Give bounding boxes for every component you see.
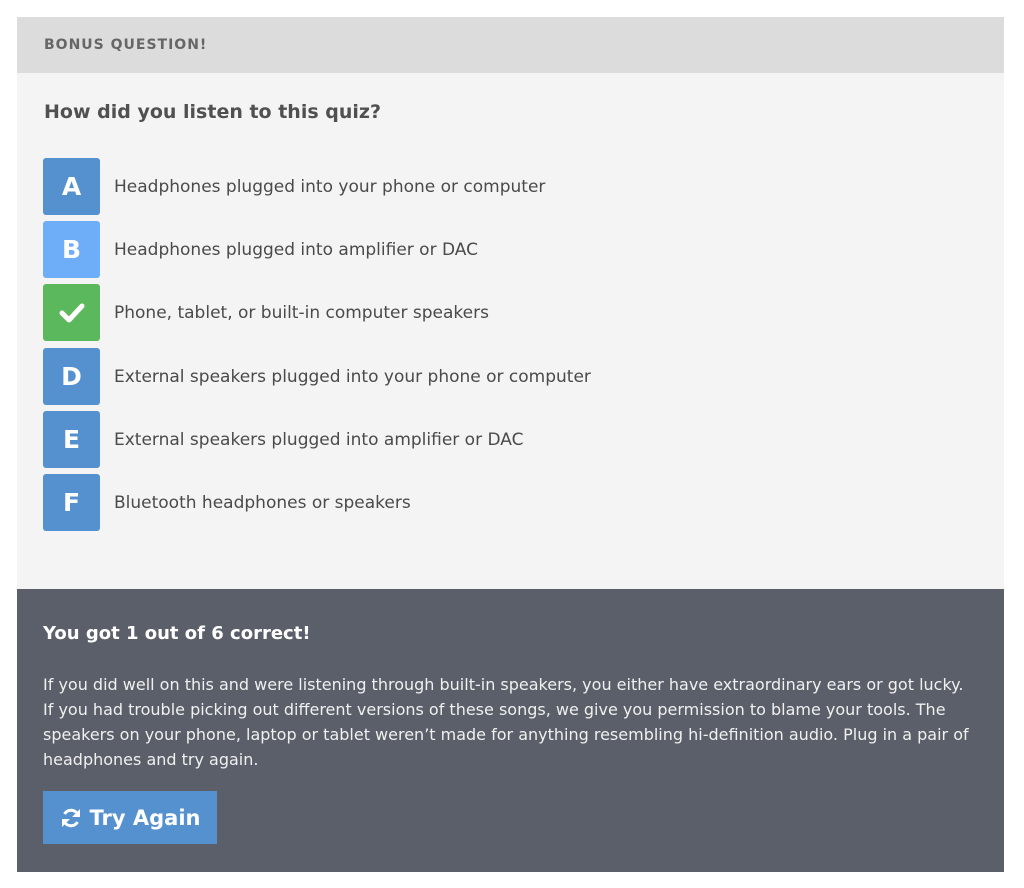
bonus-header: BONUS QUESTION! [17, 17, 1004, 73]
option-f[interactable]: F Bluetooth headphones or speakers [43, 474, 411, 531]
question-title: How did you listen to this quiz? [44, 101, 381, 123]
option-c[interactable]: Phone, tablet, or built-in computer spea… [43, 284, 489, 341]
try-again-label: Try Again [89, 805, 201, 830]
option-a[interactable]: A Headphones plugged into your phone or … [43, 158, 545, 215]
refresh-icon [61, 808, 80, 827]
option-letter: A [43, 158, 100, 215]
question-section: How did you listen to this quiz? A Headp… [17, 73, 1004, 589]
option-b[interactable]: B Headphones plugged into amplifier or D… [43, 221, 478, 278]
option-letter: F [43, 474, 100, 531]
bonus-label: BONUS QUESTION! [44, 37, 208, 53]
option-letter: B [43, 221, 100, 278]
option-d[interactable]: D External speakers plugged into your ph… [43, 348, 591, 405]
option-text: Headphones plugged into amplifier or DAC [114, 239, 478, 260]
option-text: External speakers plugged into amplifier… [114, 429, 524, 450]
result-text: If you did well on this and were listeni… [43, 675, 969, 769]
try-again-button[interactable]: Try Again [43, 791, 217, 844]
quiz-card: BONUS QUESTION! How did you listen to th… [17, 17, 1004, 872]
option-letter: D [43, 348, 100, 405]
option-e[interactable]: E External speakers plugged into amplifi… [43, 411, 523, 468]
result-title: You got 1 out of 6 correct! [43, 623, 311, 644]
option-text: Bluetooth headphones or speakers [114, 492, 411, 513]
option-text: Headphones plugged into your phone or co… [114, 176, 546, 197]
option-letter: E [43, 411, 100, 468]
option-text: External speakers plugged into your phon… [114, 366, 591, 387]
check-icon [43, 284, 100, 341]
option-text: Phone, tablet, or built-in computer spea… [114, 302, 489, 323]
result-section: You got 1 out of 6 correct! If you did w… [17, 589, 1004, 872]
